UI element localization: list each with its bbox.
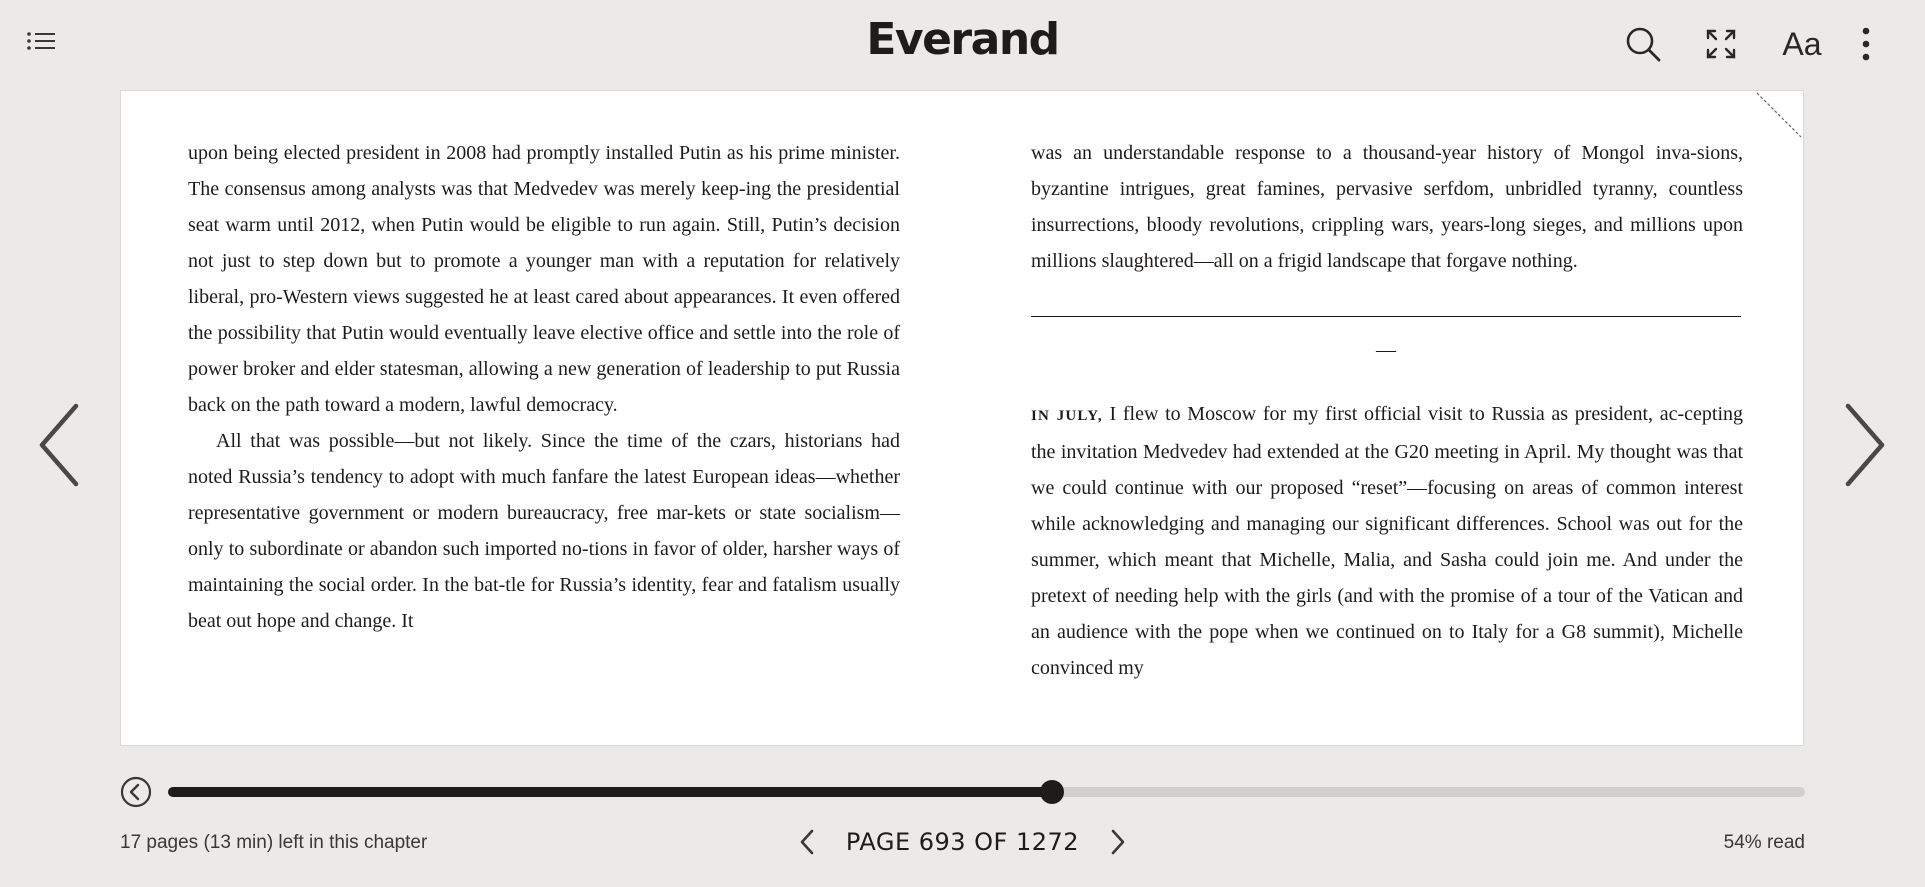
back-circle-icon (120, 776, 152, 808)
more-vertical-icon (1862, 27, 1870, 61)
percent-read: 54% read (1723, 832, 1805, 853)
bookmark-corner-icon[interactable] (1755, 91, 1803, 139)
paragraph-body: I flew to Moscow for my first official v… (1031, 403, 1743, 679)
paragraph: IN JULY, I flew to Moscow for my first o… (1031, 396, 1743, 686)
font-settings-button[interactable]: Aa (1778, 24, 1826, 64)
section-rule (1031, 316, 1741, 317)
progress-thumb[interactable] (1039, 780, 1064, 804)
return-to-position-button[interactable] (120, 776, 152, 808)
paragraph: All that was possible—but not likely. Si… (188, 430, 900, 632)
fullscreen-button[interactable] (1701, 24, 1741, 64)
pager-prev-button[interactable] (794, 826, 820, 858)
chevron-left-icon (800, 829, 814, 855)
search-button[interactable] (1623, 24, 1663, 64)
progress-fill (168, 787, 1052, 797)
chevron-left-icon (39, 403, 79, 487)
chevron-right-icon (1845, 403, 1885, 487)
right-page-text: was an understandable response to a thou… (1031, 135, 1743, 279)
paragraph: was an understandable response to a thou… (1031, 142, 1743, 272)
pager-next-button[interactable] (1105, 826, 1131, 858)
lead-in-text: IN JULY, (1031, 408, 1103, 424)
page-indicator: PAGE 693 OF 1272 (845, 828, 1080, 856)
section-break: — (1376, 339, 1396, 361)
left-page-text: upon being elected president in 2008 had… (188, 135, 900, 639)
chevron-right-icon (1111, 829, 1125, 855)
font-settings-label: Aa (1782, 25, 1822, 62)
paragraph: upon being elected president in 2008 had… (188, 142, 900, 416)
previous-page-button[interactable] (34, 400, 86, 490)
reading-progress (120, 776, 1805, 816)
book-page-spread[interactable]: upon being elected president in 2008 had… (120, 90, 1804, 746)
search-icon (1626, 27, 1661, 62)
more-options-button[interactable] (1848, 24, 1884, 64)
expand-icon (1706, 29, 1736, 59)
progress-slider[interactable] (168, 780, 1805, 804)
page-navigator: PAGE 693 OF 1272 (0, 826, 1925, 860)
right-page-section: IN JULY, I flew to Moscow for my first o… (1031, 396, 1743, 686)
top-bar: Everand Aa (0, 0, 1925, 90)
next-page-button[interactable] (1838, 400, 1890, 490)
